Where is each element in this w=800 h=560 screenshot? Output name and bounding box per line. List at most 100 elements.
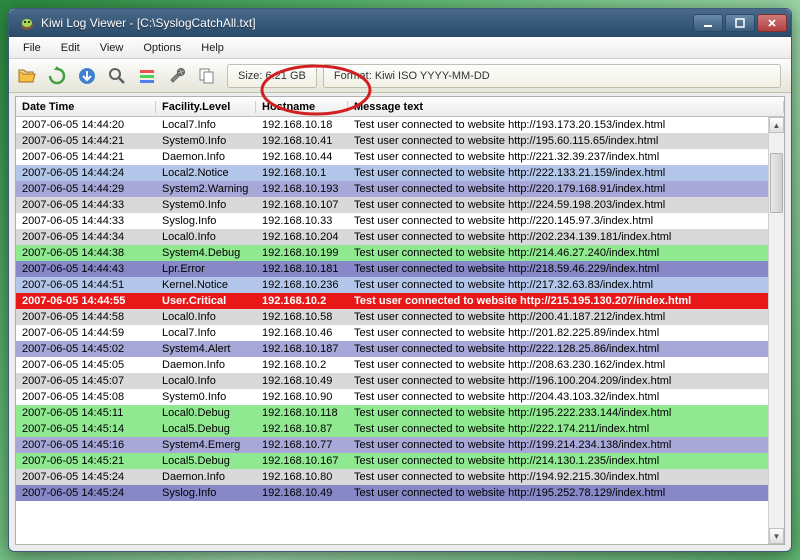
table-row[interactable]: 2007-06-05 14:45:24Daemon.Info192.168.10… — [16, 469, 768, 485]
cell-hostname: 192.168.10.107 — [256, 199, 348, 211]
cell-hostname: 192.168.10.2 — [256, 295, 348, 307]
cell-facility: Syslog.Info — [156, 215, 256, 227]
col-message[interactable]: Message text — [348, 101, 784, 113]
cell-facility: Local5.Debug — [156, 455, 256, 467]
cell-hostname: 192.168.10.181 — [256, 263, 348, 275]
grid-header: Date Time Facility.Level Hostname Messag… — [16, 97, 784, 117]
table-row[interactable]: 2007-06-05 14:45:16System4.Emerg192.168.… — [16, 437, 768, 453]
cell-hostname: 192.168.10.77 — [256, 439, 348, 451]
table-row[interactable]: 2007-06-05 14:44:34Local0.Info192.168.10… — [16, 229, 768, 245]
scroll-down-arrow[interactable]: ▼ — [769, 528, 784, 544]
cell-facility: Daemon.Info — [156, 151, 256, 163]
cell-message: Test user connected to website http://19… — [348, 487, 768, 499]
cell-message: Test user connected to website http://19… — [348, 471, 768, 483]
scroll-track[interactable] — [769, 133, 784, 528]
table-row[interactable]: 2007-06-05 14:44:38System4.Debug192.168.… — [16, 245, 768, 261]
close-button[interactable] — [757, 14, 787, 32]
cell-message: Test user connected to website http://22… — [348, 183, 768, 195]
table-row[interactable]: 2007-06-05 14:45:14Local5.Debug192.168.1… — [16, 421, 768, 437]
menu-options[interactable]: Options — [133, 40, 191, 56]
table-row[interactable]: 2007-06-05 14:44:59Local7.Info192.168.10… — [16, 325, 768, 341]
cell-hostname: 192.168.10.187 — [256, 343, 348, 355]
table-row[interactable]: 2007-06-05 14:44:55User.Critical192.168.… — [16, 293, 768, 309]
minimize-button[interactable] — [693, 14, 723, 32]
table-row[interactable]: 2007-06-05 14:44:33System0.Info192.168.1… — [16, 197, 768, 213]
cell-hostname: 192.168.10.46 — [256, 327, 348, 339]
title-bar[interactable]: Kiwi Log Viewer - [C:\SyslogCatchAll.txt… — [9, 9, 791, 37]
table-row[interactable]: 2007-06-05 14:44:21Daemon.Info192.168.10… — [16, 149, 768, 165]
cell-datetime: 2007-06-05 14:44:59 — [16, 327, 156, 339]
cell-message: Test user connected to website http://19… — [348, 439, 768, 451]
cell-facility: Local0.Info — [156, 311, 256, 323]
cell-datetime: 2007-06-05 14:44:20 — [16, 119, 156, 131]
table-row[interactable]: 2007-06-05 14:44:51Kernel.Notice192.168.… — [16, 277, 768, 293]
refresh-button[interactable] — [43, 62, 71, 90]
copy-button[interactable] — [193, 62, 221, 90]
table-row[interactable]: 2007-06-05 14:44:33Syslog.Info192.168.10… — [16, 213, 768, 229]
scroll-thumb[interactable] — [770, 153, 783, 213]
menu-edit[interactable]: Edit — [51, 40, 90, 56]
download-button[interactable] — [73, 62, 101, 90]
cell-hostname: 192.168.10.41 — [256, 135, 348, 147]
maximize-button[interactable] — [725, 14, 755, 32]
col-facility[interactable]: Facility.Level — [156, 101, 256, 113]
col-datetime[interactable]: Date Time — [16, 101, 156, 113]
app-icon — [19, 15, 35, 31]
log-grid: Date Time Facility.Level Hostname Messag… — [15, 96, 785, 545]
cell-datetime: 2007-06-05 14:44:24 — [16, 167, 156, 179]
scroll-up-arrow[interactable]: ▲ — [769, 117, 784, 133]
table-row[interactable]: 2007-06-05 14:44:58Local0.Info192.168.10… — [16, 309, 768, 325]
table-row[interactable]: 2007-06-05 14:45:07Local0.Info192.168.10… — [16, 373, 768, 389]
table-row[interactable]: 2007-06-05 14:45:24Syslog.Info192.168.10… — [16, 485, 768, 501]
vertical-scrollbar[interactable]: ▲ ▼ — [768, 117, 784, 544]
cell-message: Test user connected to website http://20… — [348, 359, 768, 371]
settings-button[interactable] — [163, 62, 191, 90]
cell-facility: System2.Warning — [156, 183, 256, 195]
cell-hostname: 192.168.10.167 — [256, 455, 348, 467]
highlight-button[interactable] — [133, 62, 161, 90]
cell-datetime: 2007-06-05 14:44:55 — [16, 295, 156, 307]
cell-facility: User.Critical — [156, 295, 256, 307]
cell-message: Test user connected to website http://21… — [348, 295, 768, 307]
cell-facility: System0.Info — [156, 391, 256, 403]
table-row[interactable]: 2007-06-05 14:44:43Lpr.Error192.168.10.1… — [16, 261, 768, 277]
col-hostname[interactable]: Hostname — [256, 101, 348, 113]
cell-datetime: 2007-06-05 14:45:08 — [16, 391, 156, 403]
cell-hostname: 192.168.10.80 — [256, 471, 348, 483]
cell-facility: Local7.Info — [156, 119, 256, 131]
menu-help[interactable]: Help — [191, 40, 234, 56]
menu-bar: File Edit View Options Help — [9, 37, 791, 59]
cell-hostname: 192.168.10.44 — [256, 151, 348, 163]
menu-file[interactable]: File — [13, 40, 51, 56]
find-button[interactable] — [103, 62, 131, 90]
cell-message: Test user connected to website http://21… — [348, 247, 768, 259]
cell-datetime: 2007-06-05 14:44:43 — [16, 263, 156, 275]
window-controls — [693, 14, 787, 32]
cell-facility: Daemon.Info — [156, 359, 256, 371]
cell-hostname: 192.168.10.90 — [256, 391, 348, 403]
table-row[interactable]: 2007-06-05 14:44:20Local7.Info192.168.10… — [16, 117, 768, 133]
table-row[interactable]: 2007-06-05 14:45:08System0.Info192.168.1… — [16, 389, 768, 405]
table-row[interactable]: 2007-06-05 14:45:11Local0.Debug192.168.1… — [16, 405, 768, 421]
cell-facility: Syslog.Info — [156, 487, 256, 499]
table-row[interactable]: 2007-06-05 14:45:05Daemon.Info192.168.10… — [16, 357, 768, 373]
menu-view[interactable]: View — [90, 40, 134, 56]
cell-hostname: 192.168.10.118 — [256, 407, 348, 419]
table-row[interactable]: 2007-06-05 14:44:21System0.Info192.168.1… — [16, 133, 768, 149]
cell-datetime: 2007-06-05 14:45:24 — [16, 471, 156, 483]
cell-datetime: 2007-06-05 14:45:24 — [16, 487, 156, 499]
cell-message: Test user connected to website http://19… — [348, 375, 768, 387]
cell-datetime: 2007-06-05 14:44:33 — [16, 215, 156, 227]
table-row[interactable]: 2007-06-05 14:44:24Local2.Notice192.168.… — [16, 165, 768, 181]
table-row[interactable]: 2007-06-05 14:45:21Local5.Debug192.168.1… — [16, 453, 768, 469]
file-size-indicator: Size: 6.21 GB — [227, 64, 317, 88]
cell-datetime: 2007-06-05 14:44:34 — [16, 231, 156, 243]
cell-datetime: 2007-06-05 14:45:14 — [16, 423, 156, 435]
cell-message: Test user connected to website http://22… — [348, 423, 768, 435]
grid-body: 2007-06-05 14:44:20Local7.Info192.168.10… — [16, 117, 768, 544]
open-file-button[interactable] — [13, 62, 41, 90]
cell-datetime: 2007-06-05 14:45:05 — [16, 359, 156, 371]
table-row[interactable]: 2007-06-05 14:44:29System2.Warning192.16… — [16, 181, 768, 197]
table-row[interactable]: 2007-06-05 14:45:02System4.Alert192.168.… — [16, 341, 768, 357]
cell-datetime: 2007-06-05 14:44:58 — [16, 311, 156, 323]
